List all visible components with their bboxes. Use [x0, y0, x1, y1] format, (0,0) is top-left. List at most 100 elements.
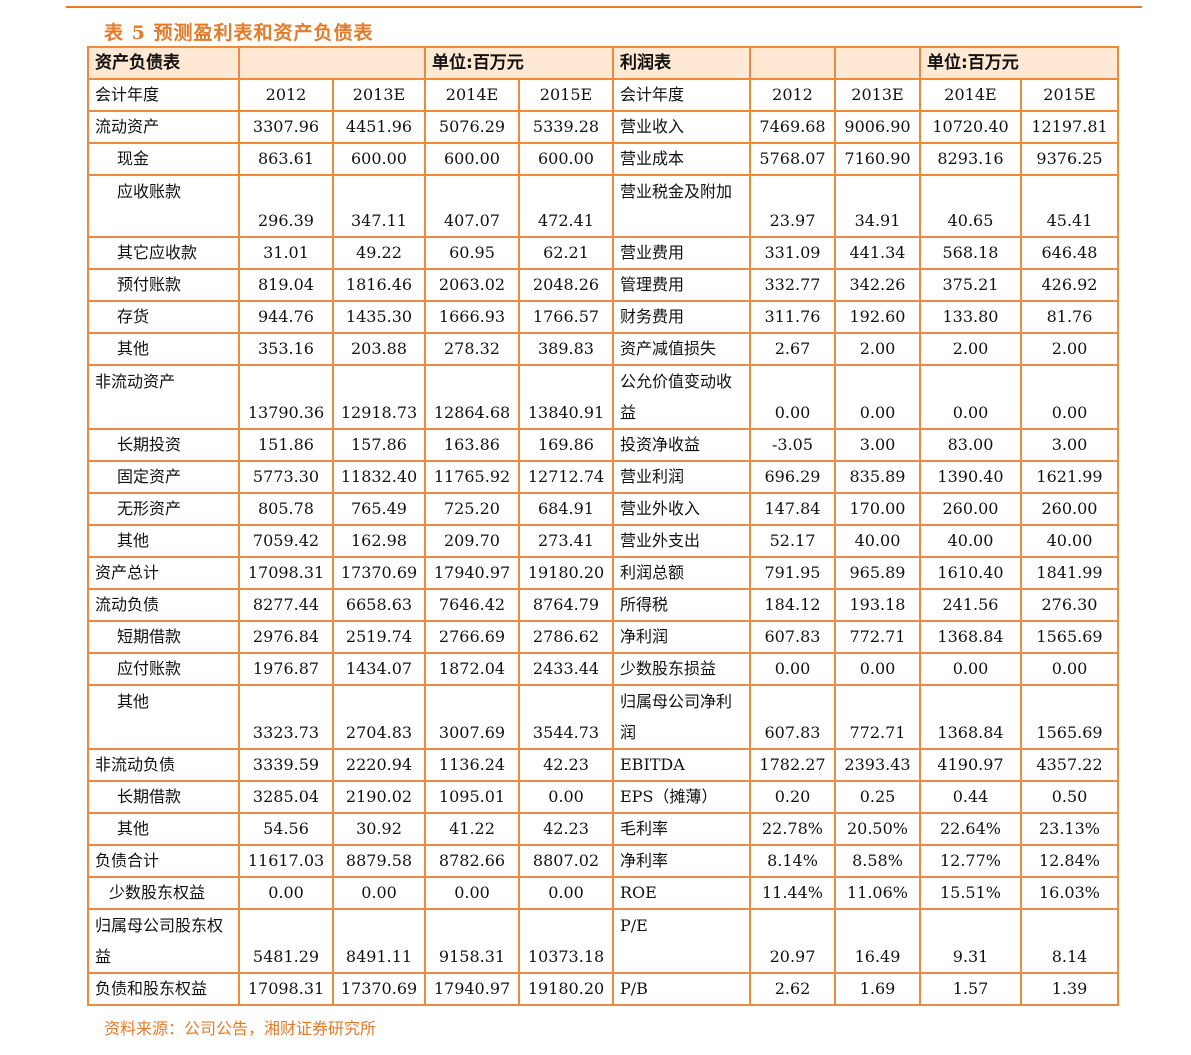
income-value-cell: 1.57 [919, 972, 1022, 1006]
year-cell: 2012 [238, 78, 334, 112]
income-value-cell: 11.44% [749, 876, 836, 910]
income-item-label: 投资净收益 [612, 428, 751, 462]
income-value-cell: 441.34 [834, 236, 921, 270]
income-value-cell: 45.41 [1020, 174, 1119, 238]
years-row: 会计年度 2012 2013E 2014E 2015E 会计年度 2012 20… [87, 78, 1119, 112]
income-value-cell: 5768.07 [749, 142, 836, 176]
balance-item-label: 其他 [87, 684, 240, 750]
income-item-label: 少数股东损益 [612, 652, 751, 686]
balance-value-cell: 3285.04 [238, 780, 334, 814]
balance-value-cell: 2519.74 [332, 620, 426, 654]
table-row: 负债和股东权益 17098.31 17370.69 17940.97 19180.20 P… [87, 972, 1119, 1006]
balance-item-label: 流动负债 [87, 588, 240, 622]
balance-value-cell: 2704.83 [332, 684, 426, 750]
balance-value-cell: 42.23 [518, 812, 614, 846]
income-value-cell: 646.48 [1020, 236, 1119, 270]
balance-value-cell: 9158.31 [424, 908, 520, 974]
balance-item-label: 应收账款 [87, 174, 240, 238]
income-value-cell: 1390.40 [919, 460, 1022, 494]
table-row: 应付账款 1976.87 1434.07 1872.04 2433.44 少数股东损益 0.… [87, 652, 1119, 686]
balance-item-label: 预付账款 [87, 268, 240, 302]
balance-value-cell: 273.41 [518, 524, 614, 558]
balance-sheet-unit: 单位:百万元 [424, 46, 614, 80]
income-value-cell: 0.00 [834, 364, 921, 430]
income-value-cell: 7469.68 [749, 110, 836, 144]
balance-value-cell: 0.00 [518, 876, 614, 910]
income-value-cell: 40.65 [919, 174, 1022, 238]
balance-value-cell: 11832.40 [332, 460, 426, 494]
balance-value-cell: 30.92 [332, 812, 426, 846]
balance-value-cell: 863.61 [238, 142, 334, 176]
balance-value-cell: 3339.59 [238, 748, 334, 782]
income-value-cell: 696.29 [749, 460, 836, 494]
balance-value-cell: 8807.02 [518, 844, 614, 878]
income-value-cell: 16.49 [834, 908, 921, 974]
income-statement-unit: 单位:百万元 [919, 46, 1119, 80]
header-blank [834, 46, 921, 80]
income-value-cell: 1368.84 [919, 684, 1022, 750]
balance-sheet-title: 资产负债表 [87, 46, 240, 80]
table-row: 预付账款 819.04 1816.46 2063.02 2048.26 管理费用 332.7… [87, 268, 1119, 302]
income-item-label: 营业外支出 [612, 524, 751, 558]
balance-value-cell: 12918.73 [332, 364, 426, 430]
income-item-label: 净利率 [612, 844, 751, 878]
income-value-cell: 9.31 [919, 908, 1022, 974]
header-row: 资产负债表 单位:百万元 利润表 单位:百万元 [87, 46, 1119, 80]
income-value-cell: 3.00 [1020, 428, 1119, 462]
balance-value-cell: 2190.02 [332, 780, 426, 814]
income-value-cell: 15.51% [919, 876, 1022, 910]
balance-value-cell: 1666.93 [424, 300, 520, 334]
balance-value-cell: 0.00 [424, 876, 520, 910]
income-item-label: 营业收入 [612, 110, 751, 144]
balance-value-cell: 5339.28 [518, 110, 614, 144]
balance-value-cell: 8277.44 [238, 588, 334, 622]
income-value-cell: 1565.69 [1020, 620, 1119, 654]
balance-item-label: 负债和股东权益 [87, 972, 240, 1006]
year-cell: 2013E [834, 78, 921, 112]
balance-value-cell: 13840.91 [518, 364, 614, 430]
table-row: 流动资产 3307.96 4451.96 5076.29 5339.28 营业收入 7469… [87, 110, 1119, 144]
income-value-cell: 193.18 [834, 588, 921, 622]
balance-value-cell: 5481.29 [238, 908, 334, 974]
balance-value-cell: 6658.63 [332, 588, 426, 622]
balance-value-cell: 3323.73 [238, 684, 334, 750]
income-value-cell: 1782.27 [749, 748, 836, 782]
header-blank [749, 46, 836, 80]
balance-item-label: 短期借款 [87, 620, 240, 654]
balance-value-cell: 3544.73 [518, 684, 614, 750]
balance-value-cell: 12864.68 [424, 364, 520, 430]
income-item-label: 毛利率 [612, 812, 751, 846]
balance-item-label: 资产总计 [87, 556, 240, 590]
income-value-cell: 965.89 [834, 556, 921, 590]
income-value-cell: 8.58% [834, 844, 921, 878]
balance-value-cell: 17940.97 [424, 556, 520, 590]
balance-item-label: 其他 [87, 524, 240, 558]
income-value-cell: 1.69 [834, 972, 921, 1006]
balance-value-cell: 2063.02 [424, 268, 520, 302]
income-value-cell: 331.09 [749, 236, 836, 270]
balance-value-cell: 41.22 [424, 812, 520, 846]
table-row: 长期借款 3285.04 2190.02 1095.01 0.00 EPS（摊薄） 0.20… [87, 780, 1119, 814]
income-item-label: 净利润 [612, 620, 751, 654]
balance-value-cell: 4451.96 [332, 110, 426, 144]
income-value-cell: -3.05 [749, 428, 836, 462]
income-statement-title: 利润表 [612, 46, 751, 80]
balance-value-cell: 278.32 [424, 332, 520, 366]
income-item-label: 营业费用 [612, 236, 751, 270]
income-value-cell: 260.00 [1020, 492, 1119, 526]
income-item-label: 资产减值损失 [612, 332, 751, 366]
fiscal-year-label: 会计年度 [612, 78, 751, 112]
income-item-label: EBITDA [612, 748, 751, 782]
income-value-cell: 12197.81 [1020, 110, 1119, 144]
balance-value-cell: 203.88 [332, 332, 426, 366]
income-value-cell: 147.84 [749, 492, 836, 526]
balance-value-cell: 169.86 [518, 428, 614, 462]
income-item-label: ROE [612, 876, 751, 910]
balance-value-cell: 3307.96 [238, 110, 334, 144]
balance-item-label: 流动资产 [87, 110, 240, 144]
income-value-cell: 0.00 [919, 652, 1022, 686]
balance-value-cell: 12712.74 [518, 460, 614, 494]
table-row: 其他 7059.42 162.98 209.70 273.41 营业外支出 52.17 40.… [87, 524, 1119, 558]
balance-value-cell: 8491.11 [332, 908, 426, 974]
income-item-label: 营业税金及附加 [612, 174, 751, 238]
